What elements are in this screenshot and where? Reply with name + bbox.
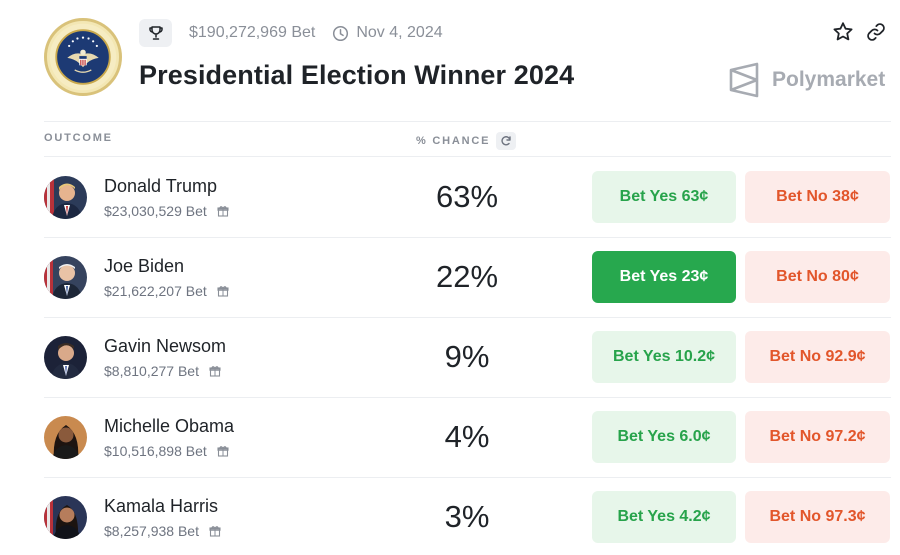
avatar bbox=[44, 336, 87, 379]
bet-yes-button[interactable]: Bet Yes 6.0¢ bbox=[592, 411, 736, 463]
bet-no-button[interactable]: Bet No 38¢ bbox=[745, 171, 890, 223]
market-meta: $190,272,969 Bet Nov 4, 2024 bbox=[139, 19, 443, 47]
outcome-volume: $23,030,529 Bet bbox=[104, 203, 229, 219]
gift-icon[interactable] bbox=[217, 285, 229, 297]
outcome-volume: $8,810,277 Bet bbox=[104, 363, 221, 379]
outcome-name[interactable]: Kamala Harris bbox=[104, 496, 218, 517]
outcome-volume-value: $8,810,277 Bet bbox=[104, 363, 199, 379]
outcome-column-header: OUTCOME bbox=[44, 132, 113, 144]
avatar bbox=[44, 496, 87, 539]
divider bbox=[44, 121, 891, 122]
outcome-row: Donald Trump $23,030,529 Bet 63% Bet Yes… bbox=[44, 157, 891, 237]
avatar bbox=[44, 256, 87, 299]
presidential-seal-icon bbox=[44, 18, 122, 96]
outcome-chance: 9% bbox=[444, 339, 490, 374]
gift-icon[interactable] bbox=[209, 525, 221, 537]
outcome-name[interactable]: Donald Trump bbox=[104, 176, 217, 197]
chance-column-header: % CHANCE bbox=[416, 132, 517, 150]
outcome-row: Michelle Obama $10,516,898 Bet 4% Bet Ye… bbox=[44, 397, 891, 477]
gift-icon[interactable] bbox=[217, 205, 229, 217]
total-volume: $190,272,969 Bet bbox=[189, 24, 316, 41]
outcome-volume: $8,257,938 Bet bbox=[104, 523, 221, 539]
page-title: Presidential Election Winner 2024 bbox=[139, 60, 575, 90]
gift-icon[interactable] bbox=[209, 365, 221, 377]
bet-yes-button[interactable]: Bet Yes 10.2¢ bbox=[592, 331, 736, 383]
outcome-row: Joe Biden $21,622,207 Bet 22% Bet Yes 23… bbox=[44, 237, 891, 317]
gift-icon[interactable] bbox=[217, 445, 229, 457]
outcome-volume-value: $10,516,898 Bet bbox=[104, 443, 207, 459]
trophy-icon[interactable] bbox=[139, 19, 172, 47]
outcome-name[interactable]: Joe Biden bbox=[104, 256, 184, 277]
bet-no-button[interactable]: Bet No 92.9¢ bbox=[745, 331, 890, 383]
clock-icon bbox=[332, 25, 349, 42]
outcome-name[interactable]: Gavin Newsom bbox=[104, 336, 226, 357]
outcome-chance: 63% bbox=[435, 179, 499, 214]
bet-yes-button[interactable]: Bet Yes 23¢ bbox=[592, 251, 736, 303]
outcome-row: Kamala Harris $8,257,938 Bet 3% Bet Yes … bbox=[44, 477, 891, 555]
outcome-volume-value: $23,030,529 Bet bbox=[104, 203, 207, 219]
bet-no-button[interactable]: Bet No 97.2¢ bbox=[745, 411, 890, 463]
bet-yes-button[interactable]: Bet Yes 63¢ bbox=[592, 171, 736, 223]
chance-column-label: % CHANCE bbox=[416, 135, 491, 147]
polymarket-logo-icon bbox=[729, 62, 759, 98]
refresh-icon[interactable] bbox=[496, 132, 517, 150]
outcome-volume-value: $8,257,938 Bet bbox=[104, 523, 199, 539]
outcome-volume: $10,516,898 Bet bbox=[104, 443, 229, 459]
bet-no-button[interactable]: Bet No 80¢ bbox=[745, 251, 890, 303]
outcome-row: Gavin Newsom $8,810,277 Bet 9% Bet Yes 1… bbox=[44, 317, 891, 397]
avatar bbox=[44, 176, 87, 219]
brand-name: Polymarket bbox=[772, 68, 886, 91]
outcome-volume: $21,622,207 Bet bbox=[104, 283, 229, 299]
outcome-chance: 3% bbox=[444, 499, 490, 534]
outcome-volume-value: $21,622,207 Bet bbox=[104, 283, 207, 299]
outcome-name[interactable]: Michelle Obama bbox=[104, 416, 234, 437]
bet-no-button[interactable]: Bet No 97.3¢ bbox=[745, 491, 890, 543]
brand-logo[interactable]: Polymarket bbox=[728, 62, 885, 98]
outcome-chance: 22% bbox=[435, 259, 499, 294]
star-icon[interactable] bbox=[831, 20, 855, 44]
end-date: Nov 4, 2024 bbox=[356, 24, 443, 41]
avatar bbox=[44, 416, 87, 459]
outcome-chance: 4% bbox=[444, 419, 490, 454]
link-icon[interactable] bbox=[864, 20, 888, 44]
bet-yes-button[interactable]: Bet Yes 4.2¢ bbox=[592, 491, 736, 543]
